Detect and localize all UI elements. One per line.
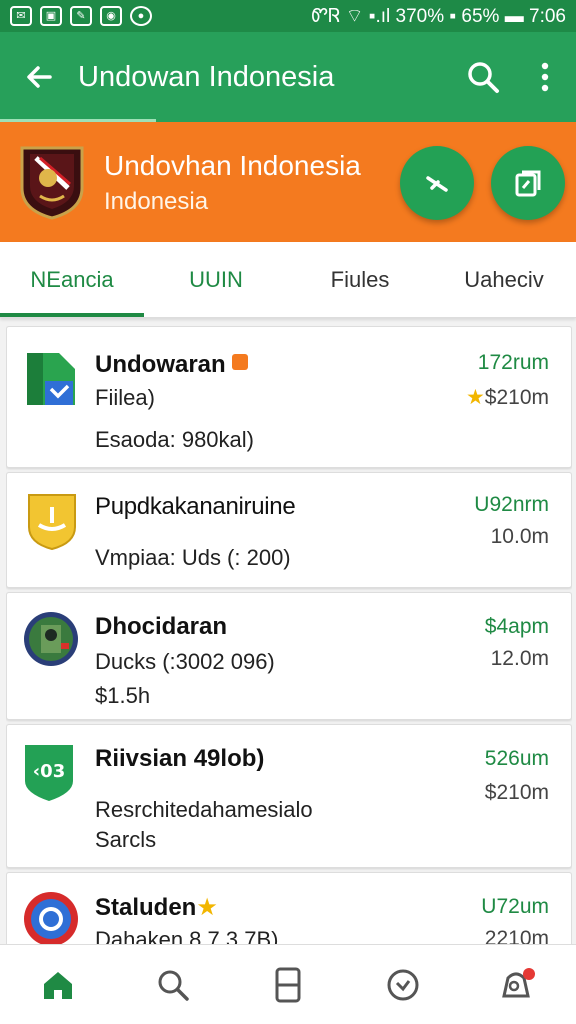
header-title: Undovhan Indonesia: [104, 150, 361, 181]
action-button-copy[interactable]: [491, 146, 565, 220]
more-options-button[interactable]: [514, 62, 576, 92]
tab-2[interactable]: UUIN: [144, 242, 288, 317]
nav-library[interactable]: [230, 945, 345, 1024]
item-price: ★$210m: [465, 386, 549, 409]
item-price: 2210m: [484, 927, 549, 944]
nav-home[interactable]: [0, 945, 115, 1024]
item-price: $210m: [484, 781, 549, 804]
book-icon: [275, 967, 301, 1002]
item-subtitle: Vmpiaa: Uds (: 200): [95, 545, 291, 570]
nav-notifications[interactable]: [461, 945, 576, 1024]
status-notification-icons: ✉ ▣ ✎ ◉ ●: [10, 6, 152, 26]
item-subtitle: Fiilea): [95, 385, 155, 410]
item-title: Staluden★: [95, 894, 218, 921]
tab-4[interactable]: Uaheciv: [432, 242, 576, 317]
map-pin-alert-icon: [502, 967, 536, 997]
list-item[interactable]: ‹03 Riivsian 49lob) Resrchitedahamesialo…: [6, 724, 572, 868]
item-detail: Esaoda: 980kal): [95, 427, 254, 452]
item-value: U72um: [481, 895, 549, 918]
edit-icon: ✎: [70, 6, 92, 26]
nav-search[interactable]: [115, 945, 230, 1024]
item-title: Dhocidaran: [95, 613, 228, 640]
item-title: Riivsian 49lob): [95, 745, 265, 772]
item-price: 12.0m: [490, 647, 549, 670]
item-detail: Sarcls: [95, 827, 157, 852]
item-subtitle: Resrchitedahamesialo: [95, 797, 313, 822]
star-icon: ★: [465, 386, 485, 409]
profile-header: Undovhan Indonesia Indonesia: [0, 122, 576, 242]
app-title: Undowan Indonesia: [78, 60, 335, 93]
item-value: 172rum: [477, 351, 549, 374]
list-item[interactable]: Undowaran Fiilea) Esaoda: 980kal) 172rum…: [6, 326, 572, 468]
dot-icon: ●: [130, 6, 152, 26]
pen-icon: [426, 176, 448, 192]
status-right-text: ᏛᏒ ⌔ ▪.ıl 370% ▪ 65% ▬ 7:06: [311, 6, 566, 27]
search-button[interactable]: [452, 60, 514, 94]
action-button-edit[interactable]: [400, 146, 474, 220]
copy-icon: [515, 170, 541, 197]
tab-files[interactable]: Fiules: [288, 242, 432, 317]
home-icon: [43, 971, 72, 999]
gallery-icon: ▣: [40, 6, 62, 26]
shield-icon: [28, 494, 76, 551]
back-arrow-icon: [27, 66, 52, 88]
item-title: Pupdkakananiruine: [95, 493, 296, 520]
item-list: Undowaran Fiilea) Esaoda: 980kal) 172rum…: [6, 326, 572, 944]
tab-bar: NEancia UUIN Fiules Uaheciv: [0, 242, 576, 318]
item-value: $4apm: [484, 615, 549, 638]
item-value: 526um: [484, 747, 549, 770]
search-icon: [468, 62, 499, 93]
camera-icon: ◉: [100, 6, 122, 26]
clock-icon: [387, 969, 419, 1000]
list-item[interactable]: Staluden★ Dahaken 8.7.3.7B) U72um 2210m: [6, 872, 572, 944]
badge-icon: [231, 354, 248, 370]
item-subtitle: Ducks (:3002 096): [95, 649, 275, 674]
item-subtitle: Dahaken 8.7.3.7B): [95, 927, 279, 944]
photo-icon: [24, 612, 78, 666]
header-subtitle: Indonesia: [104, 188, 209, 215]
search-icon: [158, 970, 189, 1001]
item-title: Undowaran: [95, 351, 248, 379]
emblem-logo: [20, 146, 84, 220]
mail-icon: ✉: [10, 6, 32, 26]
back-button[interactable]: [0, 62, 78, 92]
more-vert-icon: [541, 62, 549, 92]
tab-1[interactable]: NEancia: [0, 242, 144, 317]
bottom-navigation: [0, 944, 576, 1024]
nav-history[interactable]: [346, 945, 461, 1024]
app-bar: Undowan Indonesia: [0, 32, 576, 122]
browser-icon: [24, 892, 78, 944]
item-value: U92nrm: [474, 493, 549, 516]
svg-text:‹03: ‹03: [33, 761, 65, 782]
item-price: 10.0m: [490, 525, 549, 548]
green-shield-icon: ‹03: [25, 745, 73, 801]
star-icon: ★: [196, 894, 218, 921]
document-icon: [27, 353, 75, 405]
item-detail: $1.5h: [95, 683, 151, 708]
list-item[interactable]: Dhocidaran Ducks (:3002 096) $1.5h $4apm…: [6, 592, 572, 720]
status-bar: ✉ ▣ ✎ ◉ ● ᏛᏒ ⌔ ▪.ıl 370% ▪ 65% ▬ 7:06: [0, 0, 576, 32]
list-item[interactable]: Pupdkakananiruine Vmpiaa: Uds (: 200) U9…: [6, 472, 572, 588]
